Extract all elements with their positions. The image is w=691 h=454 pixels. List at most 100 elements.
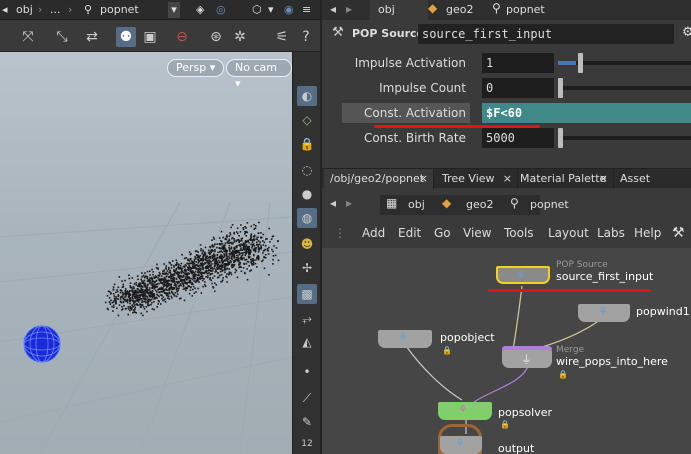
path-popnet[interactable]: popnet <box>506 3 545 16</box>
wireframe-icon[interactable]: ◭ <box>297 332 317 352</box>
forward-icon[interactable]: ▸ <box>346 2 352 16</box>
menu-go[interactable]: Go <box>434 222 451 244</box>
back-icon[interactable]: ◂ <box>2 2 8 18</box>
param-slider[interactable] <box>558 128 563 148</box>
path-geo[interactable]: geo2 <box>446 3 473 16</box>
pop-source-node[interactable]: ⚘ <box>496 266 550 284</box>
handle-icon[interactable]: ⇄ <box>82 27 102 47</box>
particle-icon[interactable]: ⥅ <box>297 308 317 328</box>
dot-icon[interactable]: • <box>297 362 317 382</box>
camera-label: No cam <box>235 61 277 74</box>
path-obj[interactable]: obj <box>408 198 425 211</box>
pane-tabs: /obj/geo2/popnet × Tree View × Material Pa… <box>322 168 691 205</box>
back-icon[interactable]: ◂ <box>330 2 336 16</box>
close-icon[interactable]: × <box>599 169 608 189</box>
select-icon[interactable]: ⤡ <box>52 27 72 47</box>
output-icon: ⚘ <box>455 437 465 450</box>
node-name-field[interactable]: source_first_input <box>418 24 674 44</box>
path-popnet[interactable]: popnet <box>100 2 139 18</box>
emitter-sphere-icon[interactable] <box>14 314 74 374</box>
tab-asset-browser[interactable]: Asset Browser <box>614 169 691 205</box>
menu-layout[interactable]: Layout <box>548 222 589 244</box>
merge-node[interactable]: ⏚ <box>502 350 552 368</box>
viewer-toolbar: ⤧ ⤡ ⇄ ⚉ ▣ ⊖ ⊛ ✲ ⚟ ? <box>0 22 320 52</box>
param-value-field[interactable]: 1 <box>482 53 554 73</box>
scene-view-path-bar: ◂ obj › ... › ⚲ popnet ▾ ◈ ◎ ⬡ ▾ ◉ ≡ <box>0 0 320 20</box>
network-icon: ▦ <box>386 196 398 210</box>
settings-icon[interactable]: ⚟ <box>272 27 292 47</box>
close-icon[interactable]: × <box>419 169 428 189</box>
texture-icon[interactable]: ▩ <box>297 284 317 304</box>
camera-icon[interactable]: ⊛ <box>206 27 226 47</box>
path-obj[interactable]: obj <box>378 3 395 16</box>
skeleton-icon[interactable]: ☻ <box>297 234 317 254</box>
tab-network[interactable]: /obj/geo2/popnet × <box>324 169 434 189</box>
network-path-bar: ◂ ▸ ▦ obj ◆ geo2 ⚲ popnet <box>322 191 691 217</box>
geometry-display-icon[interactable]: ◇ <box>297 110 317 130</box>
geometry-icon[interactable]: ◉ <box>284 2 294 18</box>
shape-icon[interactable]: ✢ <box>297 258 317 278</box>
node-type-label: POP Source <box>556 260 608 270</box>
path-obj[interactable]: obj <box>16 2 33 18</box>
param-slider[interactable] <box>558 78 563 98</box>
path-dropdown-icon[interactable]: ▾ <box>168 2 180 18</box>
network-editor[interactable]: POP Source ⚘ source_first_input ⚘ popwin… <box>322 248 691 454</box>
settings-icon[interactable]: ⚙ <box>682 25 691 40</box>
pen-icon[interactable]: ✎ <box>297 412 317 432</box>
tools-wrench-icon[interactable]: ⚒ <box>672 222 685 244</box>
menu-icon[interactable]: ≡ <box>302 2 311 18</box>
path-ellipsis[interactable]: ... <box>50 2 61 18</box>
close-icon[interactable]: × <box>503 169 512 189</box>
snap-icon[interactable]: ⟋ <box>297 388 317 408</box>
3d-viewport[interactable]: Persp ▾ No cam ▾ <box>0 52 292 454</box>
display-icon[interactable]: ▣ <box>140 27 160 47</box>
popwind-node[interactable]: ⚘ <box>578 304 630 322</box>
snapshot-icon[interactable]: ✲ <box>230 27 250 47</box>
bulb-icon[interactable]: ◍ <box>297 208 317 228</box>
param-label: Const. Birth Rate <box>363 131 466 145</box>
node-name: popwind1 <box>636 305 690 318</box>
help-icon[interactable]: ? <box>296 27 316 47</box>
popnet-icon: ⚲ <box>492 1 501 15</box>
menu-help[interactable]: Help <box>634 222 661 244</box>
visibility-icon[interactable]: ◐ <box>297 86 317 106</box>
popnet-icon: ⚲ <box>510 196 519 210</box>
viewer-icon[interactable]: ⚉ <box>116 27 136 47</box>
back-icon[interactable]: ◂ <box>330 196 336 210</box>
light-icon[interactable]: ◌ <box>297 160 317 180</box>
parameter-list: Impulse Activation 1 Impulse Count 0 Con… <box>322 50 691 158</box>
path-geo[interactable]: geo2 <box>466 198 493 211</box>
menu-view[interactable]: View <box>463 222 491 244</box>
popsolver-node[interactable]: ⚘ <box>438 402 492 420</box>
dropdown-icon[interactable]: ▾ <box>268 2 274 18</box>
record-icon[interactable]: ⊖ <box>172 27 192 47</box>
param-slider[interactable] <box>578 53 583 73</box>
camera-menu[interactable]: No cam ▾ <box>226 59 292 90</box>
menu-labs[interactable]: Labs <box>597 222 625 244</box>
param-value-field[interactable]: 0 <box>482 78 554 98</box>
param-value-field[interactable]: 5000 <box>482 128 554 148</box>
transform-icon[interactable]: ⤧ <box>18 27 38 47</box>
output-node[interactable]: ⚘ <box>440 436 482 454</box>
menu-add[interactable]: Add <box>362 222 385 244</box>
lock-icon[interactable]: 🔒 <box>297 134 317 154</box>
geo-icon: ◆ <box>442 196 452 210</box>
forward-icon[interactable]: ▸ <box>346 196 352 210</box>
menu-edit[interactable]: Edit <box>398 222 421 244</box>
annotation-underline <box>374 125 540 128</box>
param-label: Const. Activation <box>364 106 466 120</box>
shading-icon[interactable]: ● <box>297 184 317 204</box>
parm-header: ⚒ POP Source source_first_input ⚙ <box>322 22 691 46</box>
param-expression-field[interactable]: $F<60 <box>482 103 691 123</box>
path-popnet[interactable]: popnet <box>530 198 569 211</box>
node-name: popobject <box>440 331 495 344</box>
node-name: source_first_input <box>556 270 654 283</box>
pin-icon[interactable]: ◈ <box>196 2 204 18</box>
perspective-menu[interactable]: Persp ▾ <box>167 59 225 77</box>
tab-tree-view[interactable]: Tree View × <box>436 169 518 189</box>
link-icon[interactable]: ◎ <box>216 2 226 18</box>
popobject-node[interactable]: ⚘ <box>378 330 432 348</box>
object-icon[interactable]: ⬡ <box>252 2 262 18</box>
tab-material-palette[interactable]: Material Palette × <box>514 169 614 189</box>
menu-tools[interactable]: Tools <box>504 222 534 244</box>
